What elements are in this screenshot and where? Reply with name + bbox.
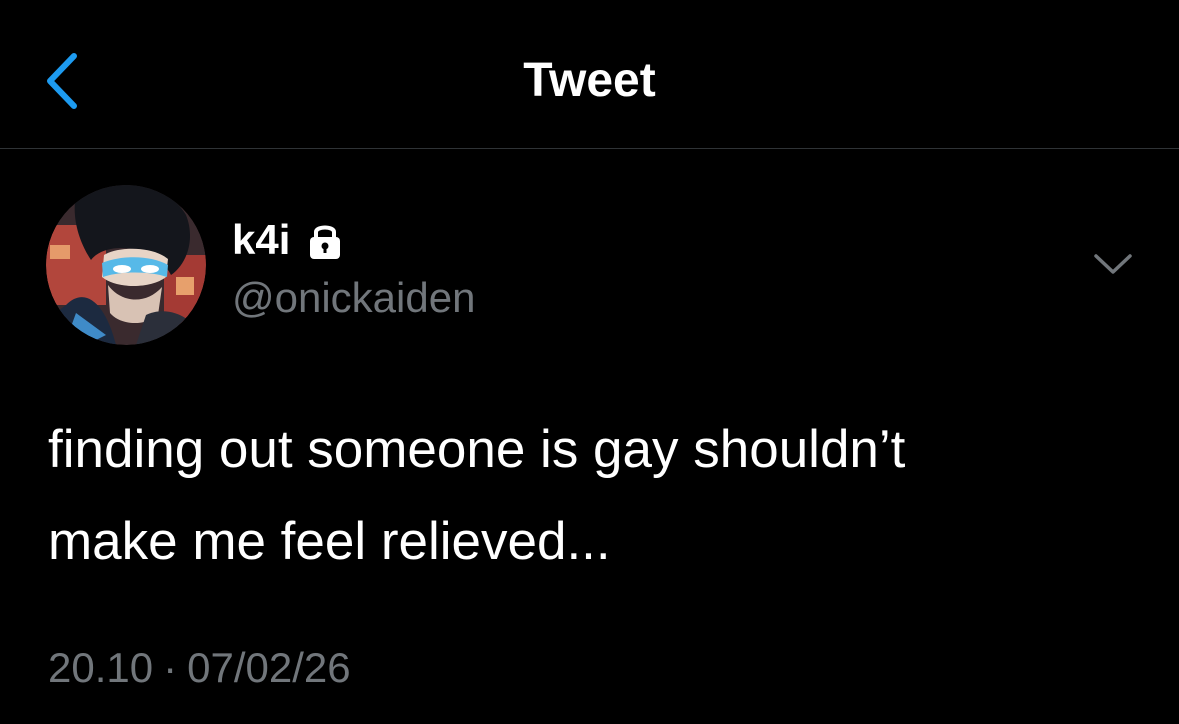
page-title: Tweet [523, 54, 656, 107]
tweet-text: finding out someone is gay shouldn’t mak… [48, 404, 1138, 588]
more-options-button[interactable] [1090, 248, 1136, 280]
tweet-timestamp: 20.10 · 07/02/26 [48, 642, 351, 694]
tweet-text-line: finding out someone is gay shouldn’t [48, 420, 906, 479]
separator-dot: · [163, 644, 178, 691]
avatar[interactable] [46, 185, 206, 345]
author-name-row: k4i [232, 212, 346, 268]
top-navigation-bar: Tweet [0, 0, 1179, 149]
tweet-date: 07/02/26 [187, 644, 351, 691]
tweet-text-line: make me feel relieved... [48, 512, 611, 571]
display-name[interactable]: k4i [232, 214, 290, 266]
lock-icon [304, 219, 346, 261]
tweet-time: 20.10 [48, 644, 154, 691]
author-handle[interactable]: @onickaiden [232, 272, 475, 324]
avatar-image [46, 185, 206, 345]
chevron-down-icon [1094, 254, 1132, 274]
